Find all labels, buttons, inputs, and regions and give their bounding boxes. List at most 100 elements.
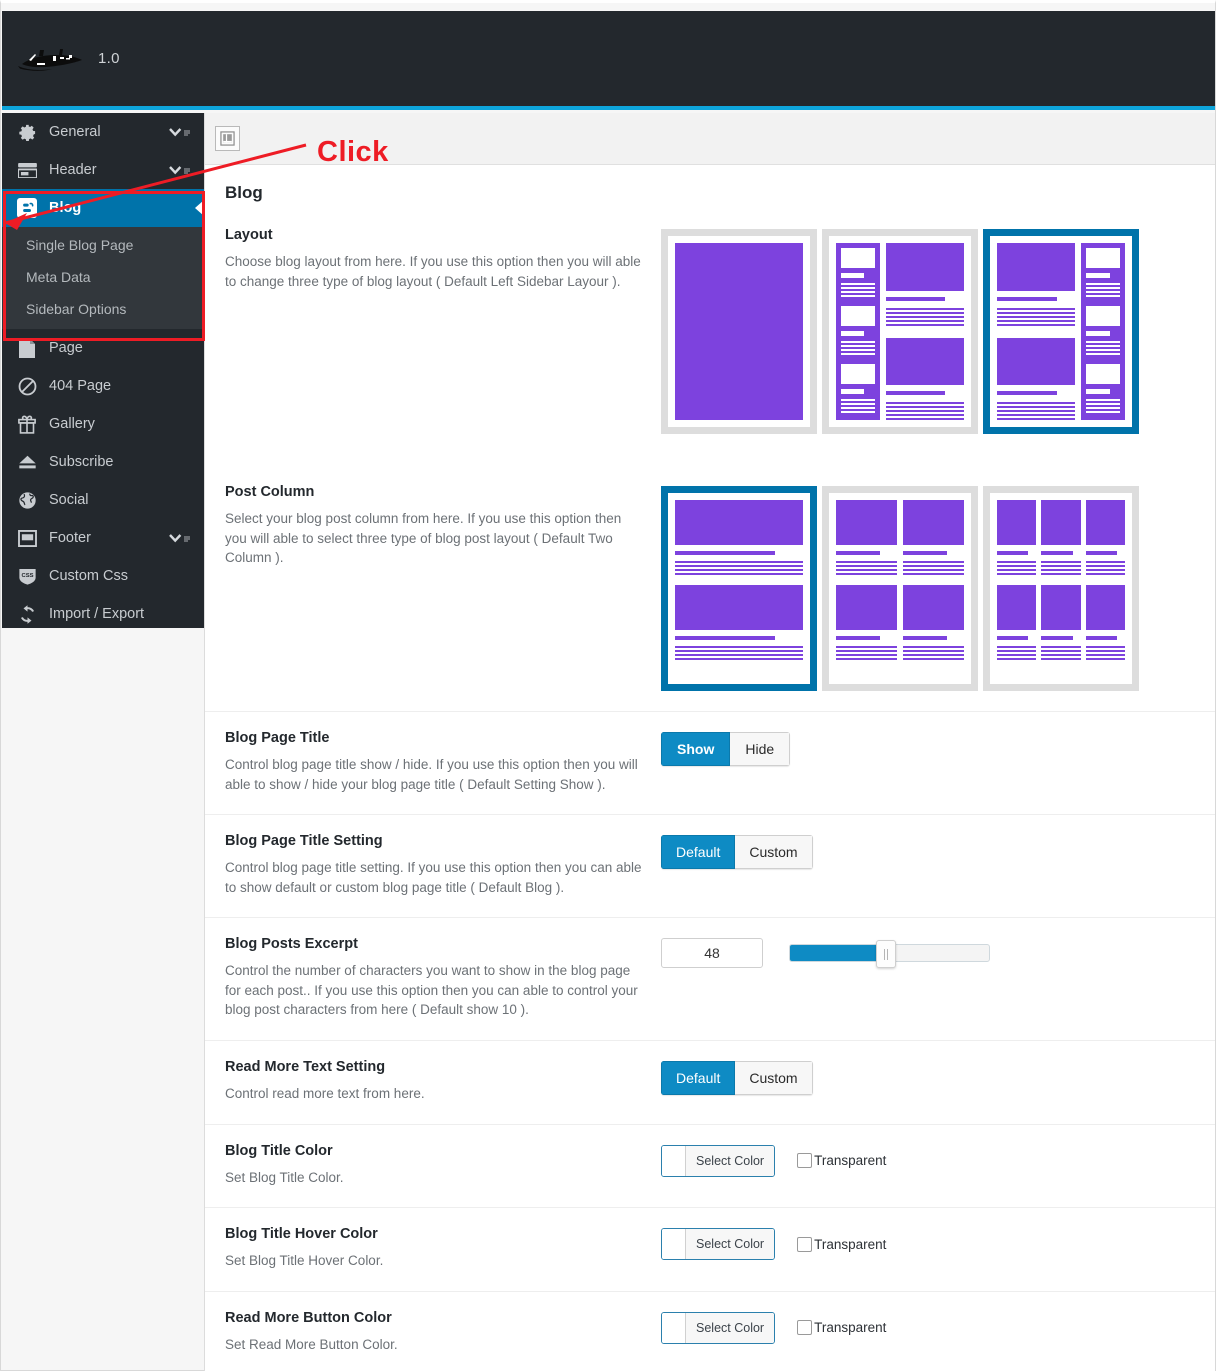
transparent-label: Transparent [814, 1153, 887, 1168]
prohibited-icon [16, 375, 38, 397]
sidebar-item-label: Footer [49, 529, 91, 546]
gift-icon [16, 413, 38, 435]
page-document-icon [16, 337, 38, 359]
setting-title: Blog Page Title [225, 730, 330, 746]
sidebar-item-404-page[interactable]: 404 Page [2, 367, 204, 405]
setting-row-text: Post Column Select your blog post column… [225, 484, 661, 568]
sidebar-item-footer[interactable]: Footer [2, 519, 204, 557]
sidebar-item-custom-css[interactable]: CSS Custom Css [2, 557, 204, 595]
setting-description: Choose blog layout from here. If you use… [225, 254, 641, 289]
sidebar-item-page[interactable]: Page [2, 329, 204, 367]
setting-row-control: Select Color Transparent [661, 1310, 1195, 1344]
transparent-checkbox-wrap[interactable]: Transparent [797, 1236, 886, 1252]
globe-icon [16, 489, 38, 511]
read-more-text-toggle: Default Custom [661, 1060, 813, 1095]
setting-row-blog-title-color: Blog Title Color Set Blog Title Color. S… [205, 1125, 1215, 1209]
setting-title: Post Column [225, 484, 315, 500]
chevron-down-icon[interactable] [169, 533, 192, 544]
layout-option-full-width[interactable] [661, 229, 817, 434]
toggle-option-default[interactable]: Default [661, 835, 736, 870]
color-control: Select Color Transparent [661, 1144, 1195, 1177]
toggle-option-custom[interactable]: Custom [735, 1060, 813, 1095]
toggle-option-default[interactable]: Default [661, 1060, 736, 1095]
setting-row-text: Blog Title Hover Color Set Blog Title Ho… [225, 1226, 661, 1271]
setting-row-text: Read More Button Color Set Read More But… [225, 1310, 661, 1355]
main-toolbar [205, 113, 1215, 165]
sidebar-item-label: Custom Css [49, 567, 128, 584]
sidebar-item-blog[interactable]: Blog [2, 189, 204, 227]
sidebar-item-general[interactable]: General [2, 113, 204, 151]
color-control: Select Color Transparent [661, 1228, 1195, 1261]
sidebar-subitem-label: Meta Data [26, 269, 91, 285]
setting-row-blog-page-title: Blog Page Title Control blog page title … [205, 712, 1215, 816]
svg-text:CSS: CSS [21, 573, 33, 579]
sidebar-item-label: Blog [49, 199, 82, 216]
setting-row-text: Blog Page Title Setting Control blog pag… [225, 833, 661, 897]
select-color-label: Select Color [686, 1145, 775, 1176]
setting-row-blog-page-title-setting: Blog Page Title Setting Control blog pag… [205, 815, 1215, 919]
sidebar-item-label: Social [49, 491, 89, 508]
sidebar-submenu-blog: Single Blog Page Meta Data Sidebar Optio… [2, 227, 204, 329]
setting-row-control: 48 [661, 936, 1195, 969]
main-panel: Blog Layout Choose blog layout from here… [204, 113, 1215, 1371]
sync-arrows-icon [16, 603, 38, 625]
post-column-option-two[interactable] [822, 486, 978, 691]
transparent-checkbox[interactable] [797, 1153, 813, 1168]
sidebar-subitem-meta-data[interactable]: Meta Data [2, 261, 204, 293]
sidebar-item-gallery[interactable]: Gallery [2, 405, 204, 443]
select-color-label: Select Color [686, 1229, 775, 1260]
transparent-checkbox[interactable] [797, 1320, 813, 1336]
setting-description: Set Blog Title Hover Color. [225, 1253, 384, 1269]
sidebar: General Header Blog Single Blog Page Met… [2, 113, 204, 628]
setting-description: Control the number of characters you wan… [225, 963, 638, 1018]
transparent-checkbox-wrap[interactable]: Transparent [797, 1153, 886, 1168]
post-column-option-three[interactable] [983, 486, 1139, 691]
sidebar-item-label: Header [49, 161, 97, 178]
setting-row-text: Read More Text Setting Control read more… [225, 1059, 661, 1104]
active-arrow-icon [195, 200, 204, 216]
layout-option-right-sidebar[interactable] [983, 229, 1139, 434]
sidebar-item-label: Subscribe [49, 453, 114, 470]
sidebar-subitem-sidebar-options[interactable]: Sidebar Options [2, 293, 204, 325]
layout-panel-icon[interactable] [215, 126, 240, 151]
setting-row-control: Default Custom [661, 1059, 1195, 1095]
sidebar-subitem-label: Single Blog Page [26, 237, 134, 253]
setting-row-control: Select Color Transparent [661, 1143, 1195, 1177]
setting-row-control [661, 227, 1195, 434]
setting-row-control [661, 484, 1195, 691]
sidebar-item-label: General [49, 123, 101, 140]
color-control: Select Color Transparent [661, 1311, 1195, 1344]
toggle-option-custom[interactable]: Custom [735, 835, 813, 870]
sidebar-subitem-single-blog-page[interactable]: Single Blog Page [2, 229, 204, 261]
setting-title: Layout [225, 227, 273, 243]
chevron-down-icon[interactable] [169, 127, 192, 138]
excerpt-value-input[interactable]: 48 [661, 938, 763, 969]
layout-option-left-sidebar[interactable] [822, 229, 978, 434]
css-shield-icon: CSS [16, 565, 38, 587]
sidebar-item-import-export[interactable]: Import / Export [2, 595, 204, 633]
setting-row-control: Default Custom [661, 833, 1195, 870]
slider-handle[interactable] [875, 940, 896, 969]
sidebar-item-label: 404 Page [49, 377, 112, 394]
blogger-icon [16, 197, 38, 219]
transparent-checkbox[interactable] [797, 1236, 813, 1252]
sidebar-item-label: Import / Export [49, 605, 145, 622]
transparent-label: Transparent [814, 1320, 887, 1336]
toggle-option-hide[interactable]: Hide [730, 732, 791, 766]
select-color-label: Select Color [686, 1312, 775, 1343]
header-card-icon [16, 159, 38, 181]
sidebar-item-header[interactable]: Header [2, 151, 204, 189]
gear-icon [16, 121, 38, 143]
sidebar-item-social[interactable]: Social [2, 481, 204, 519]
post-column-option-one[interactable] [661, 486, 817, 691]
eject-icon [16, 451, 38, 473]
select-color-button[interactable]: Select Color [661, 1311, 776, 1344]
select-color-button[interactable]: Select Color [661, 1228, 776, 1261]
excerpt-slider[interactable] [789, 940, 990, 969]
color-swatch [662, 1229, 686, 1260]
transparent-checkbox-wrap[interactable]: Transparent [797, 1320, 887, 1336]
toggle-option-show[interactable]: Show [661, 732, 731, 766]
select-color-button[interactable]: Select Color [661, 1144, 776, 1177]
sidebar-item-subscribe[interactable]: Subscribe [2, 443, 204, 481]
chevron-down-icon[interactable] [169, 165, 192, 176]
